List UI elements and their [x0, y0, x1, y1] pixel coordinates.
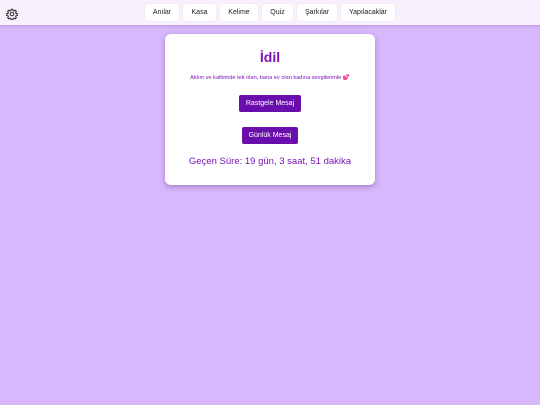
nav-item-anilar[interactable]: Anılar [145, 4, 179, 21]
nav-menu: Anılar Kasa Kelime Quiz Şarkılar Yapılac… [0, 4, 540, 22]
elapsed-time-text: Geçen Süre: 19 gün, 3 saat, 51 dakika [188, 156, 352, 167]
nav-item-kelime[interactable]: Kelime [220, 4, 258, 21]
card-subtitle: Aklım ve kalbimde tek olan, bana ev olan… [190, 75, 350, 81]
daily-message-button[interactable]: Günlük Mesaj [242, 127, 298, 144]
random-message-button[interactable]: Rastgele Mesaj [239, 95, 301, 112]
nav-item-quiz[interactable]: Quiz [262, 4, 293, 21]
top-nav-bar: Anılar Kasa Kelime Quiz Şarkılar Yapılac… [0, 0, 540, 25]
nav-item-yapilacaklar[interactable]: Yapılacaklar [341, 4, 395, 21]
card-title: İdil [259, 49, 281, 65]
message-card: İdil Aklım ve kalbimde tek olan, bana ev… [165, 34, 375, 185]
nav-item-kasa[interactable]: Kasa [183, 4, 216, 21]
nav-item-sarkilar[interactable]: Şarkılar [297, 4, 337, 21]
